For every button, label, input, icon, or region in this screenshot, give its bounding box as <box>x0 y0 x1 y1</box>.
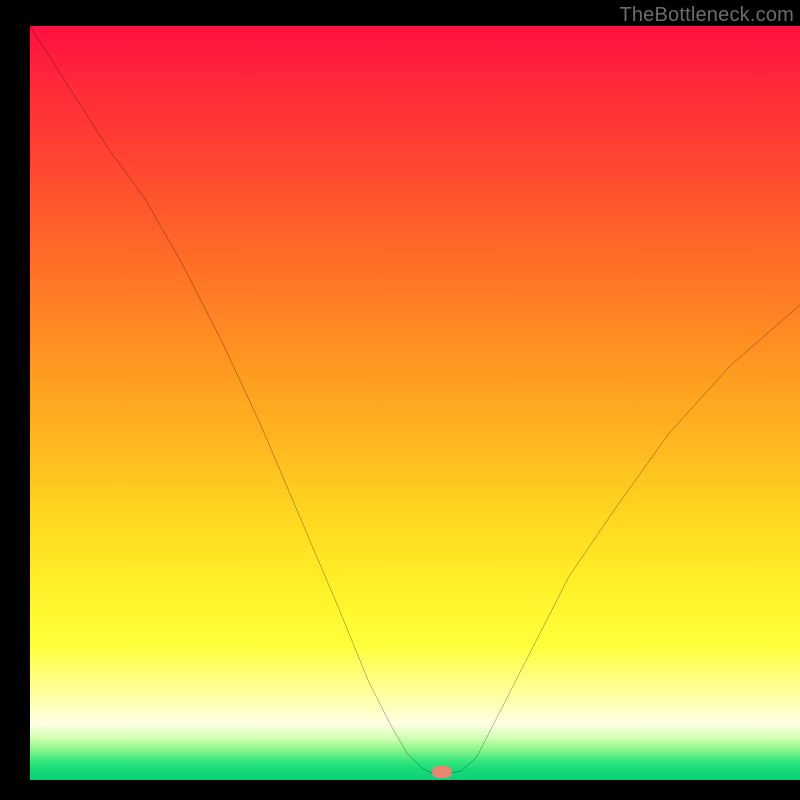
optimal-marker <box>432 766 452 778</box>
chart-stage: TheBottleneck.com <box>0 0 800 800</box>
watermark-text: TheBottleneck.com <box>619 4 794 27</box>
plot-area <box>30 26 800 780</box>
bottleneck-curve <box>30 26 800 780</box>
